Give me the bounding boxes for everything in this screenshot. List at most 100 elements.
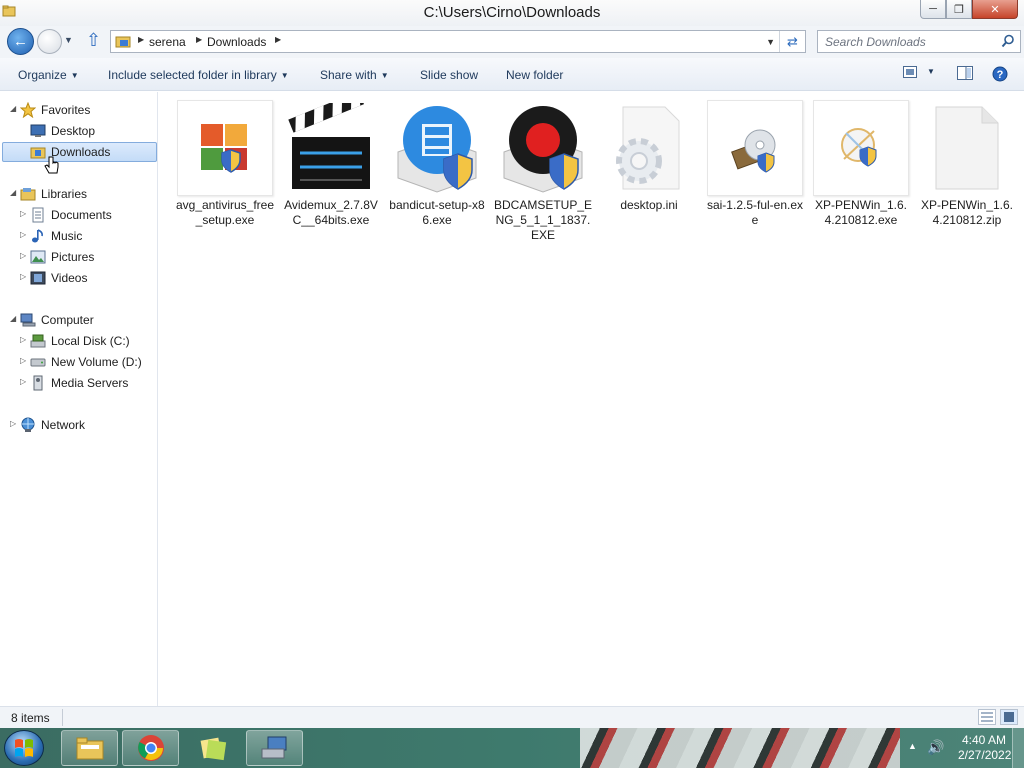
search-icon[interactable] <box>1001 34 1015 48</box>
maximize-button[interactable]: ❐ <box>946 0 972 19</box>
large-icons-view-button[interactable] <box>1000 709 1018 725</box>
taskbar-sticky-notes[interactable] <box>184 730 241 766</box>
back-button[interactable]: ← <box>7 28 34 55</box>
nav-music-label: Music <box>51 229 83 243</box>
system-tray: ▲ 🔊 4:40 AM 2/27/2022 <box>874 728 1024 768</box>
nav-desktop[interactable]: Desktop <box>29 121 95 141</box>
remote-desktop-icon <box>261 736 286 759</box>
nav-documents[interactable]: Documents <box>29 205 112 225</box>
command-bar: Organize ▼ Include selected folder in lib… <box>0 58 1024 91</box>
expand-arrow-icon[interactable]: ▷ <box>20 377 26 386</box>
search-input[interactable] <box>818 31 988 52</box>
show-hidden-icons-button[interactable]: ▲ <box>908 741 917 751</box>
file-item[interactable]: sai-1.2.5-ful-en.exe <box>703 100 807 228</box>
status-divider <box>62 709 63 726</box>
file-item[interactable]: avg_antivirus_free_setup.exe <box>173 100 277 228</box>
nav-network[interactable]: Network <box>19 415 85 435</box>
slide-show-button[interactable]: Slide show <box>420 68 478 82</box>
expand-arrow-icon[interactable]: ◢ <box>10 188 16 197</box>
show-desktop-button[interactable] <box>1012 728 1024 768</box>
navigation-pane: ◢ Favorites Desktop Downloads ◢ Librarie… <box>0 92 158 706</box>
organize-menu[interactable]: Organize ▼ <box>18 68 79 82</box>
nav-documents-label: Documents <box>51 208 112 222</box>
new-folder-button[interactable]: New folder <box>506 68 563 82</box>
nav-local-disk-c[interactable]: Local Disk (C:) <box>29 331 130 351</box>
view-options-dropdown[interactable]: ▼ <box>927 67 935 76</box>
expand-arrow-icon[interactable]: ▷ <box>20 230 26 239</box>
nav-videos[interactable]: Videos <box>29 268 87 288</box>
taskbar-file-explorer[interactable] <box>61 730 118 766</box>
expand-arrow-icon[interactable]: ▷ <box>20 335 26 344</box>
share-with-menu[interactable]: Share with ▼ <box>320 68 389 82</box>
preview-pane-icon[interactable] <box>957 66 973 80</box>
status-bar: 8 items <box>0 706 1024 728</box>
nav-libraries-label: Libraries <box>41 187 88 201</box>
videos-icon <box>29 270 46 286</box>
file-name: XP-PENWin_1.6.4.210812.zip <box>920 198 1014 227</box>
taskbar-chrome[interactable] <box>122 730 179 766</box>
clock[interactable]: 4:40 AM 2/27/2022 <box>958 733 1011 763</box>
clapperboard-icon <box>283 100 379 196</box>
computer-icon <box>19 312 36 328</box>
expand-arrow-icon[interactable]: ▷ <box>20 251 26 260</box>
nav-downloads[interactable]: Downloads <box>2 142 157 162</box>
collapse-arrow-icon[interactable]: ◢ <box>10 104 16 113</box>
settings-file-icon <box>601 100 697 196</box>
breadcrumb-downloads[interactable]: Downloads <box>207 35 266 49</box>
recent-pages-dropdown[interactable]: ▼ <box>64 35 73 45</box>
large-icons-view-icon <box>1004 712 1014 722</box>
include-in-library-menu[interactable]: Include selected folder in library ▼ <box>108 68 289 82</box>
file-item[interactable]: BDCAMSETUP_ENG_5_1_1_1837.EXE <box>491 100 595 243</box>
expand-arrow-icon[interactable]: ▷ <box>10 419 16 428</box>
up-folder-button[interactable]: ⇧ <box>86 30 101 51</box>
expand-arrow-icon[interactable]: ▷ <box>20 209 26 218</box>
search-box <box>817 30 1021 53</box>
file-item[interactable]: desktop.ini <box>597 100 701 213</box>
nav-desktop-label: Desktop <box>51 124 96 138</box>
breadcrumb-chevron-icon[interactable]: ▶ <box>275 35 281 44</box>
nav-libraries[interactable]: Libraries <box>19 184 87 204</box>
start-button[interactable] <box>4 730 44 766</box>
minimize-button[interactable]: ─ <box>920 0 946 19</box>
breadcrumb-serena[interactable]: serena <box>149 35 186 49</box>
window-controls: ─ ❐ ✕ <box>920 0 1018 19</box>
breadcrumb-chevron-icon[interactable]: ▶ <box>196 35 202 44</box>
help-icon[interactable]: ? <box>992 66 1008 82</box>
address-bar[interactable]: ▶ serena ▶ Downloads ▶ ▼ ⇄ <box>110 30 806 53</box>
expand-arrow-icon[interactable]: ▷ <box>20 272 26 281</box>
nav-favorites[interactable]: Favorites <box>19 100 90 120</box>
file-item[interactable]: bandicut-setup-x86.exe <box>385 100 489 228</box>
forward-button[interactable] <box>37 29 62 54</box>
nav-pictures[interactable]: Pictures <box>29 247 94 267</box>
nav-network-label: Network <box>41 418 86 432</box>
change-view-icon[interactable] <box>903 66 917 78</box>
back-arrow-icon: ← <box>13 33 28 50</box>
address-history-dropdown[interactable]: ▼ <box>766 37 775 47</box>
avg-installer-icon <box>177 100 273 196</box>
file-name: desktop.ini <box>620 198 678 212</box>
nav-music[interactable]: Music <box>29 226 82 246</box>
folder-icon <box>115 36 131 48</box>
nav-media-servers[interactable]: Media Servers <box>29 373 128 393</box>
blank-file-icon <box>919 100 1015 196</box>
file-item[interactable]: XP-PENWin_1.6.4.210812.exe <box>809 100 913 228</box>
nav-new-volume-d[interactable]: New Volume (D:) <box>29 352 142 372</box>
clock-time: 4:40 AM <box>961 733 1007 747</box>
taskbar-remote-desktop[interactable] <box>246 730 303 766</box>
breadcrumb-chevron-icon[interactable]: ▶ <box>138 35 144 44</box>
file-item[interactable]: XP-PENWin_1.6.4.210812.zip <box>915 100 1019 228</box>
file-item[interactable]: Avidemux_2.7.8VC__64bits.exe <box>279 100 383 228</box>
close-button[interactable]: ✕ <box>972 0 1018 19</box>
nav-media-servers-label: Media Servers <box>51 376 129 390</box>
nav-computer[interactable]: Computer <box>19 310 94 330</box>
share-with-label: Share with <box>320 68 377 82</box>
refresh-button[interactable]: ⇄ <box>779 31 805 52</box>
windows-logo-icon <box>15 739 33 757</box>
volume-icon[interactable]: 🔊 <box>927 739 944 756</box>
collapse-arrow-icon[interactable]: ◢ <box>10 314 16 323</box>
details-view-button[interactable] <box>978 709 996 725</box>
expand-arrow-icon[interactable]: ▷ <box>20 356 26 365</box>
file-name: sai-1.2.5-ful-en.exe <box>706 198 804 227</box>
setup-disc-icon <box>707 100 803 196</box>
nav-computer-label: Computer <box>41 313 94 327</box>
